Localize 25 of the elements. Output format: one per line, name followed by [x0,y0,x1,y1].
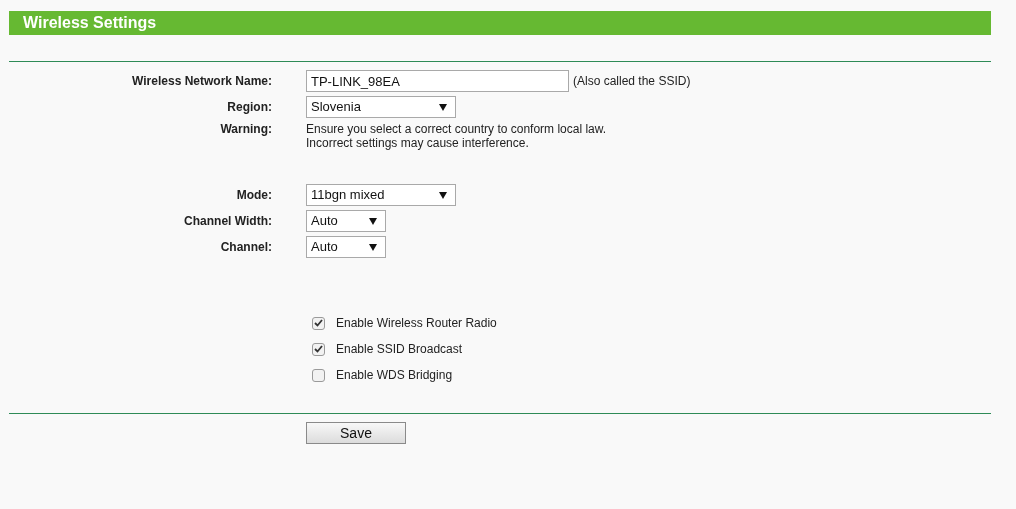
field-label: Channel: [219,239,272,256]
checkbox-label: Enable SSID Broadcast [336,341,463,358]
checkbox[interactable] [312,316,325,330]
section-header: Wireless Settings [9,11,991,35]
dropdown[interactable]: Slovenia [306,96,456,118]
checkbox[interactable] [312,368,325,382]
caret-icon [439,191,447,199]
field-label: Warning: [219,122,272,136]
caret-icon [369,243,377,251]
dropdown[interactable]: 11bgn mixed [306,184,456,206]
field-label: Wireless Network Name: [131,73,272,90]
field-label: Channel Width: [183,213,272,230]
save-button[interactable]: Save [306,422,406,444]
network-name-field[interactable]: TP-LINK_98EA [306,70,569,92]
field-note: (Also called the SSID) [573,73,691,90]
caret-icon [369,217,377,225]
checkbox[interactable] [312,342,325,356]
field-label: Mode: [235,187,272,204]
field-label: Region: [226,99,272,116]
checkbox-label: Enable WDS Bridging [336,367,453,384]
dropdown[interactable]: Auto [306,236,386,258]
checkbox-label: Enable Wireless Router Radio [336,315,497,332]
dropdown[interactable]: Auto [306,210,386,232]
warning-text: Ensure you select a correct country to conform local law. Incorrect settings may cause interference. [306,122,607,150]
caret-icon [439,103,447,111]
